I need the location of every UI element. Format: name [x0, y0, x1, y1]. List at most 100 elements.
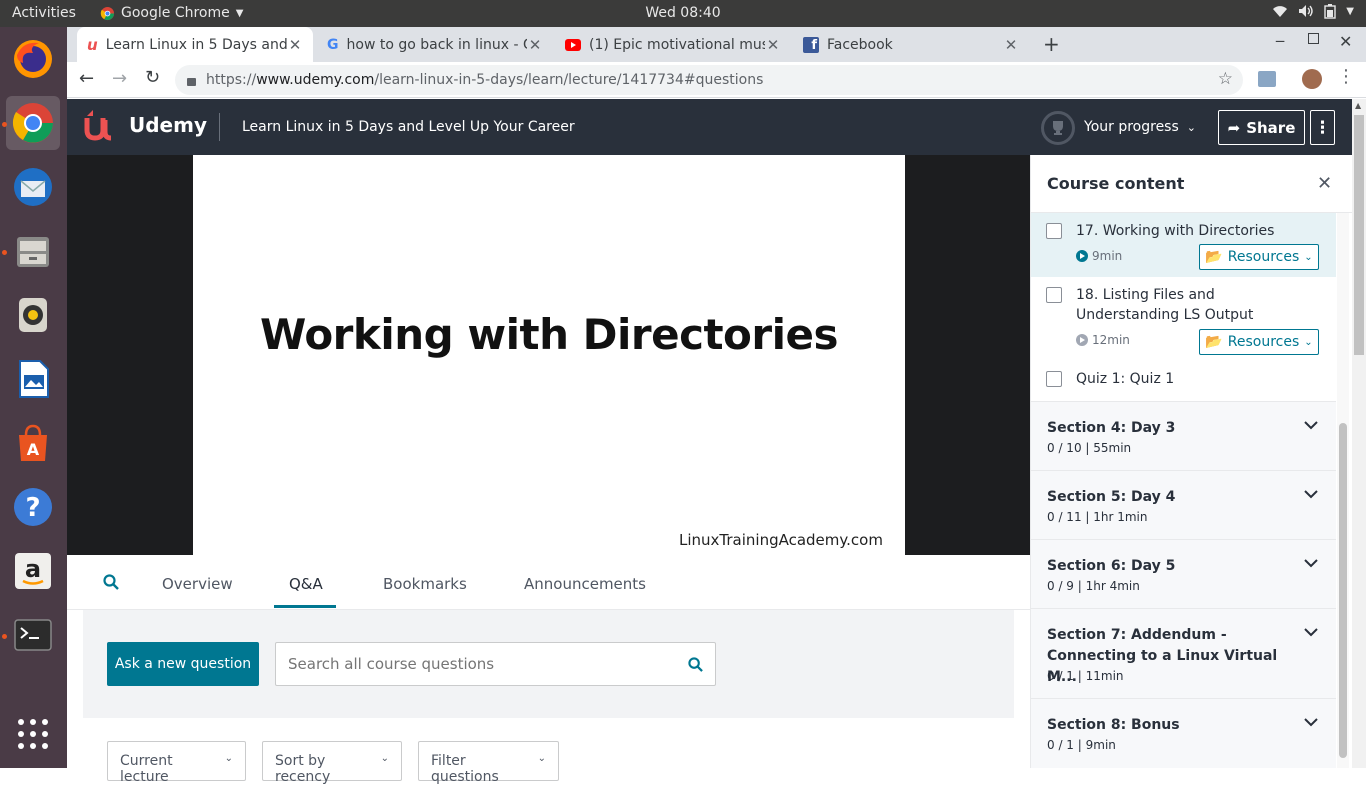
share-label: Share: [1246, 118, 1296, 137]
tab-qa[interactable]: Q&A: [289, 575, 323, 593]
minimize-window-button[interactable]: ‒: [1275, 31, 1285, 50]
section-item[interactable]: Section 6: Day 5 0 / 9 | 1hr 4min: [1031, 539, 1336, 608]
section-item[interactable]: Section 7: Addendum - Connecting to a Li…: [1031, 608, 1336, 698]
browser-tab-strip: u Learn Linux in 5 Days and Level Up You…: [67, 27, 1366, 62]
progress-label: Your progress: [1084, 119, 1179, 135]
filter-label: Filter questions: [431, 753, 499, 785]
quiz-title: Quiz 1: Quiz 1: [1076, 371, 1175, 387]
address-bar[interactable]: https://www.udemy.com/learn-linux-in-5-d…: [175, 65, 1243, 95]
lecture-item-18[interactable]: 18. Listing Files and Understanding LS O…: [1031, 277, 1336, 361]
quiz-checkbox[interactable]: [1046, 371, 1062, 387]
section-meta: 0 / 10 | 55min: [1047, 441, 1132, 455]
bookmark-star-icon[interactable]: ☆: [1218, 69, 1233, 89]
chevron-down-icon: ⌄: [1304, 251, 1313, 263]
quiz-item[interactable]: Quiz 1: Quiz 1: [1031, 361, 1336, 401]
lecture-title: 17. Working with Directories: [1076, 223, 1275, 239]
udemy-logo[interactable]: Udemy: [83, 108, 207, 142]
course-title[interactable]: Learn Linux in 5 Days and Level Up Your …: [242, 119, 575, 135]
battery-icon: [1324, 4, 1336, 23]
udemy-favicon: u: [87, 35, 98, 54]
clock[interactable]: Wed 08:40: [0, 5, 1366, 21]
help-launcher[interactable]: ?: [6, 480, 60, 534]
chrome-menu-icon[interactable]: ⋮: [1337, 66, 1355, 87]
rhythmbox-launcher[interactable]: [6, 288, 60, 342]
system-tray[interactable]: ▼: [1272, 4, 1354, 23]
resources-button[interactable]: 📂 Resources ⌄: [1199, 244, 1319, 270]
course-content-sidebar: Course content ✕ 17. Working with Direct…: [1030, 155, 1352, 768]
browser-tab-google[interactable]: G how to go back in linux - Google Searc…: [317, 27, 553, 62]
browser-tab-udemy[interactable]: u Learn Linux in 5 Days and Level Up You…: [77, 27, 313, 62]
slide-watermark: LinuxTrainingAcademy.com: [679, 531, 883, 549]
section-meta: 0 / 1 | 11min: [1047, 669, 1124, 683]
filter-questions[interactable]: Filter questions ⌄: [418, 741, 559, 785]
show-applications-button[interactable]: [6, 707, 60, 761]
lecture-checkbox[interactable]: [1046, 223, 1062, 239]
thunderbird-launcher[interactable]: [6, 160, 60, 214]
page-scroll-thumb[interactable]: [1354, 115, 1364, 355]
filter-sort[interactable]: Sort by recency ⌄: [262, 741, 402, 785]
question-search-input[interactable]: [288, 655, 668, 673]
close-window-button[interactable]: ✕: [1339, 32, 1352, 51]
progress-dropdown[interactable]: Your progress ⌄: [1084, 119, 1196, 135]
share-arrow-icon: ➦: [1227, 118, 1241, 137]
chevron-down-icon: [1304, 715, 1318, 731]
close-tab-icon[interactable]: ✕: [527, 36, 543, 54]
section-title: Section 6: Day 5: [1047, 558, 1176, 574]
extension-icon[interactable]: [1258, 71, 1276, 87]
lecture-duration: 9min: [1076, 249, 1122, 263]
browser-tab-youtube[interactable]: (1) Epic motivational music - YouTube ✕: [555, 27, 791, 62]
tab-bookmarks[interactable]: Bookmarks: [383, 575, 467, 593]
forward-arrow-icon[interactable]: →: [112, 68, 127, 89]
sidebar-title: Course content: [1047, 174, 1185, 193]
lecture-checkbox[interactable]: [1046, 287, 1062, 303]
back-arrow-icon[interactable]: ←: [79, 68, 94, 89]
reload-icon[interactable]: ↻: [145, 67, 160, 88]
browser-tab-facebook[interactable]: f Facebook ✕: [793, 27, 1029, 62]
lock-icon: [187, 78, 196, 86]
maximize-window-button[interactable]: [1308, 33, 1319, 44]
video-player[interactable]: Working with Directories LinuxTrainingAc…: [67, 155, 1030, 555]
amazon-icon: a: [15, 553, 51, 589]
profile-avatar[interactable]: [1302, 69, 1322, 89]
files-launcher[interactable]: [6, 224, 60, 278]
tab-title: how to go back in linux - Google Search: [346, 36, 528, 53]
chevron-down-icon: ⌄: [1304, 336, 1313, 348]
search-submit-button[interactable]: [688, 657, 703, 676]
new-tab-button[interactable]: +: [1043, 32, 1060, 56]
share-button[interactable]: ➦ Share: [1218, 110, 1305, 145]
tab-title: Learn Linux in 5 Days and Level Up Your …: [105, 36, 287, 53]
software-center-launcher[interactable]: A: [6, 416, 60, 470]
close-tab-icon[interactable]: ✕: [1003, 36, 1019, 54]
sidebar-header: Course content ✕: [1031, 155, 1352, 213]
terminal-launcher[interactable]: [6, 608, 60, 662]
section-item[interactable]: Section 5: Day 4 0 / 11 | 1hr 1min: [1031, 470, 1336, 539]
close-tab-icon[interactable]: ✕: [765, 36, 781, 54]
app-grid-icon: [18, 719, 48, 749]
progress-trophy-icon[interactable]: [1041, 111, 1075, 145]
search-tab-button[interactable]: [103, 574, 119, 594]
scroll-up-arrow-icon[interactable]: ▲: [1355, 101, 1361, 110]
writer-launcher[interactable]: [6, 352, 60, 406]
question-search-box: [275, 642, 716, 686]
close-sidebar-icon[interactable]: ✕: [1317, 173, 1332, 194]
close-tab-icon[interactable]: ✕: [287, 36, 303, 54]
ask-question-button[interactable]: Ask a new question: [107, 642, 259, 686]
sidebar-scroll-thumb[interactable]: [1339, 423, 1347, 758]
amazon-launcher[interactable]: a: [6, 544, 60, 598]
filter-current-lecture[interactable]: Current lecture ⌄: [107, 741, 246, 785]
tab-overview[interactable]: Overview: [162, 575, 233, 593]
more-options-button[interactable]: ⋮: [1310, 110, 1335, 145]
page-scrollbar[interactable]: ▲: [1352, 99, 1366, 768]
lecture-title: 18. Listing Files and Understanding LS O…: [1076, 287, 1254, 323]
chrome-launcher[interactable]: [6, 96, 60, 150]
section-item[interactable]: Section 8: Bonus 0 / 1 | 9min: [1031, 698, 1336, 768]
filter-label: Sort by recency: [275, 753, 331, 785]
section-item[interactable]: Section 4: Day 3 0 / 10 | 55min: [1031, 401, 1336, 470]
resources-button[interactable]: 📂 Resources ⌄: [1199, 329, 1319, 355]
firefox-launcher[interactable]: [6, 32, 60, 86]
sidebar-scrollbar[interactable]: [1337, 213, 1349, 768]
tab-announcements[interactable]: Announcements: [524, 575, 646, 593]
slide-title: Working with Directories: [260, 310, 839, 359]
lecture-item-17[interactable]: 17. Working with Directories 9min 📂 Reso…: [1031, 213, 1336, 277]
search-icon: [103, 574, 119, 590]
